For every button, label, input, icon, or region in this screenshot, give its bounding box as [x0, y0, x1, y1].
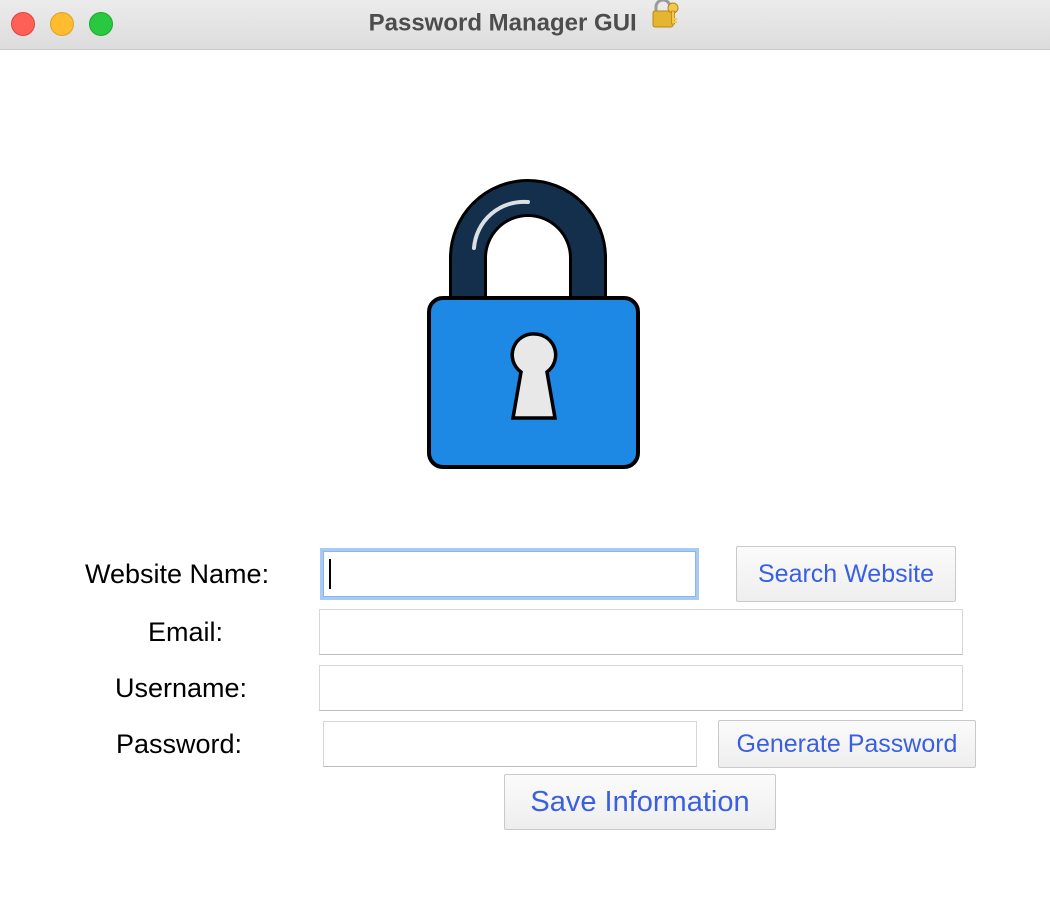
window-title-text: Password Manager GUI — [368, 9, 637, 37]
save-information-button[interactable]: Save Information — [504, 774, 776, 830]
padlock-icon — [427, 179, 640, 469]
padlock-logo — [388, 170, 668, 480]
locked-with-key-icon — [649, 0, 681, 45]
username-label: Username: — [115, 673, 248, 703]
generate-password-button[interactable]: Generate Password — [718, 720, 976, 768]
website-name-input[interactable] — [320, 548, 699, 600]
title-bar[interactable]: Password Manager GUI — [0, 0, 1050, 50]
email-input[interactable] — [319, 609, 963, 655]
email-label: Email: — [148, 617, 224, 647]
text-caret — [329, 559, 331, 589]
password-input[interactable] — [323, 721, 697, 767]
website-name-label: Website Name: — [85, 559, 270, 589]
search-website-button[interactable]: Search Website — [736, 546, 956, 602]
username-input[interactable] — [319, 665, 963, 711]
app-window: Password Manager GUI Website Name: Searc… — [0, 0, 1050, 908]
window-title: Password Manager GUI — [0, 0, 1050, 48]
password-label: Password: — [116, 729, 243, 759]
